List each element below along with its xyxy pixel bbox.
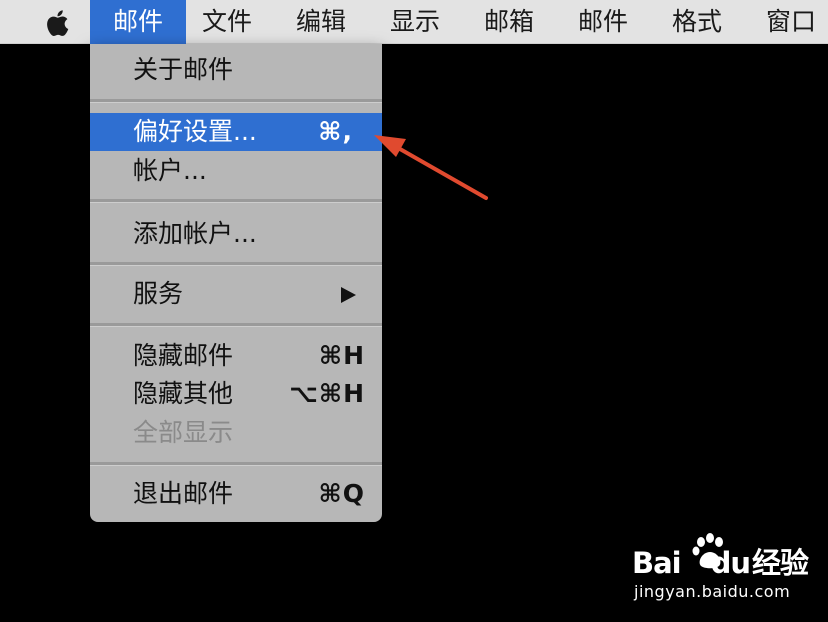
apple-logo-icon[interactable] — [40, 7, 70, 39]
menu-item-label: 服务 — [133, 279, 184, 308]
menu-separator — [90, 99, 382, 103]
menu-item-shortcut: ⌘Q — [318, 479, 365, 508]
menu-separator — [90, 199, 382, 203]
menu-item-hide-others[interactable]: 隐藏其他 ⌥⌘H — [90, 375, 382, 413]
baidu-watermark: Bai du经验 jingyan.baidu.com — [632, 533, 812, 610]
watermark-brand-cn: 经验 — [752, 546, 809, 580]
menu-item-label: 添加帐户... — [133, 219, 257, 248]
menu-item-shortcut: ⌘, — [318, 117, 353, 146]
mail-dropdown-menu: 关于邮件 偏好设置... ⌘, 帐户... 添加帐户... 服务 隐藏邮件 ⌘H… — [90, 44, 382, 522]
menu-item-about-mail[interactable]: 关于邮件 — [90, 51, 382, 89]
watermark-brand-latin-1: Bai — [632, 546, 682, 580]
watermark-url: jingyan.baidu.com — [634, 582, 791, 601]
menu-mail[interactable]: 邮件 — [90, 0, 186, 44]
menu-mailbox[interactable]: 邮箱 — [484, 0, 534, 44]
annotation-arrow-icon — [374, 135, 488, 200]
menu-item-label: 偏好设置... — [133, 117, 257, 146]
menu-item-label: 全部显示 — [133, 418, 234, 447]
menu-item-label: 隐藏其他 — [133, 379, 234, 408]
screen: 邮件 文件 编辑 显示 邮箱 邮件 格式 窗口 关于邮件 偏好设置... ⌘, … — [0, 0, 828, 622]
menu-bar: 邮件 文件 编辑 显示 邮箱 邮件 格式 窗口 — [0, 0, 828, 44]
submenu-arrow-icon — [341, 287, 356, 303]
menu-item-accounts[interactable]: 帐户... — [90, 152, 382, 190]
menu-item-label: 帐户... — [133, 156, 207, 185]
menu-item-add-account[interactable]: 添加帐户... — [90, 215, 382, 253]
menu-separator — [90, 262, 382, 266]
menu-item-shortcut: ⌥⌘H — [289, 379, 365, 408]
baidu-paw-icon — [692, 533, 723, 569]
menu-item-preferences[interactable]: 偏好设置... ⌘, — [90, 113, 382, 151]
menu-message[interactable]: 邮件 — [578, 0, 628, 44]
menu-format[interactable]: 格式 — [672, 0, 722, 44]
menu-item-show-all: 全部显示 — [90, 414, 382, 452]
menu-item-label: 隐藏邮件 — [133, 341, 234, 370]
menu-separator — [90, 462, 382, 466]
menu-item-label: 关于邮件 — [133, 55, 234, 84]
menu-item-label: 退出邮件 — [133, 479, 234, 508]
menu-item-hide-mail[interactable]: 隐藏邮件 ⌘H — [90, 337, 382, 375]
menu-item-shortcut: ⌘H — [318, 341, 365, 370]
menu-file[interactable]: 文件 — [202, 0, 252, 44]
menu-window[interactable]: 窗口 — [766, 0, 816, 44]
menu-edit[interactable]: 编辑 — [296, 0, 346, 44]
menu-item-quit-mail[interactable]: 退出邮件 ⌘Q — [90, 475, 382, 513]
menu-separator — [90, 323, 382, 327]
menu-view[interactable]: 显示 — [390, 0, 440, 44]
menu-item-services[interactable]: 服务 — [90, 275, 382, 313]
